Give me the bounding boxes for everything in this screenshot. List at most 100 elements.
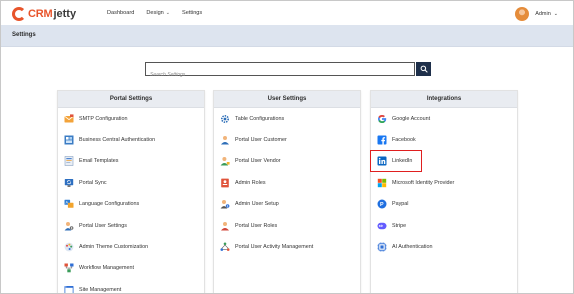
integration-item-linkedin[interactable]: LinkedIn — [371, 151, 517, 172]
settings-item-portal-sync[interactable]: Portal Sync — [58, 172, 204, 193]
item-label: Facebook — [392, 137, 416, 144]
item-label: Admin User Setup — [235, 201, 279, 208]
svg-text:P: P — [380, 202, 384, 208]
item-label: Portal User Vendor — [235, 158, 281, 165]
search-button[interactable] — [416, 62, 431, 76]
vendor-icon — [220, 156, 230, 166]
admin-roles-icon — [220, 178, 230, 188]
portal-settings-panel: Portal Settings SMTP Configuration Busin… — [57, 90, 205, 293]
app-frame: CRM jetty Dashboard Design ⌄ Settings Adm… — [0, 0, 574, 294]
logo-text-jetty: jetty — [53, 8, 77, 20]
search-icon — [420, 65, 428, 73]
customer-icon — [220, 135, 230, 145]
settings-item-portal-user-customer[interactable]: Portal User Customer — [214, 129, 360, 150]
language-icon: A — [64, 199, 74, 209]
settings-item-email-templates[interactable]: Email Templates — [58, 151, 204, 172]
integration-item-ai-authentication[interactable]: AI Authentication — [371, 236, 517, 257]
main-nav: Dashboard Design ⌄ Settings — [107, 10, 214, 16]
search-box — [145, 62, 415, 81]
item-label: Site Management — [79, 286, 122, 293]
nav-design-label: Design — [146, 10, 164, 16]
item-label: Microsoft Identity Provider — [392, 179, 455, 186]
settings-item-portal-user-settings[interactable]: Portal User Settings — [58, 215, 204, 236]
linkedin-icon — [377, 156, 387, 166]
user-settings-icon — [64, 221, 74, 231]
item-label: Portal User Customer — [235, 137, 287, 144]
settings-item-business-central-authentication[interactable]: Business Central Authentication — [58, 129, 204, 150]
settings-item-admin-user-setup[interactable]: Admin User Setup — [214, 194, 360, 215]
chevron-down-icon: ⌄ — [165, 10, 170, 16]
sync-icon — [64, 178, 74, 188]
item-label: Admin Roles — [235, 179, 266, 186]
nav-dashboard[interactable]: Dashboard — [107, 10, 134, 16]
item-label: Stripe — [392, 222, 407, 229]
settings-item-site-management[interactable]: Site Management — [58, 279, 204, 293]
settings-item-workflow-management[interactable]: Workflow Management — [58, 258, 204, 279]
admin-user-icon — [220, 199, 230, 209]
item-label: Admin Theme Customization — [79, 244, 149, 251]
settings-item-smtp-configuration[interactable]: SMTP Configuration — [58, 108, 204, 129]
item-label: Business Central Authentication — [79, 137, 156, 144]
nav-settings[interactable]: Settings — [182, 10, 202, 16]
integration-item-facebook[interactable]: Facebook — [371, 129, 517, 150]
avatar — [515, 7, 530, 21]
item-label: Email Templates — [79, 158, 119, 165]
item-label: Table Configurations — [235, 115, 285, 122]
integration-item-paypal[interactable]: P Paypal — [371, 194, 517, 215]
activity-icon — [220, 242, 230, 252]
stripe-icon: str — [377, 221, 387, 231]
settings-item-language-configurations[interactable]: A Language Configurations — [58, 194, 204, 215]
item-label: Paypal — [392, 201, 409, 208]
business-central-icon — [64, 135, 74, 145]
google-icon — [377, 114, 387, 124]
item-label: LinkedIn — [392, 158, 413, 165]
panel-title: Portal Settings — [58, 91, 204, 108]
paypal-icon: P — [377, 199, 387, 209]
integrations-panel: Integrations Google Account Facebook Lin… — [370, 90, 518, 293]
logo-mark-icon — [12, 7, 26, 21]
facebook-icon — [377, 135, 387, 145]
settings-item-admin-theme-customization[interactable]: Admin Theme Customization — [58, 236, 204, 257]
user-menu[interactable]: Admin ⌄ — [515, 7, 558, 21]
integration-item-microsoft-identity-provider[interactable]: Microsoft Identity Provider — [371, 172, 517, 193]
panel-title: User Settings — [214, 91, 360, 108]
item-label: SMTP Configuration — [79, 115, 128, 122]
page-title-bar: Settings — [1, 25, 573, 47]
ai-icon — [377, 242, 387, 252]
item-label: Portal Sync — [79, 179, 107, 186]
item-label: Workflow Management — [79, 265, 135, 272]
microsoft-icon — [377, 178, 387, 188]
settings-item-table-configurations[interactable]: Table Configurations — [214, 108, 360, 129]
settings-item-portal-user-vendor[interactable]: Portal User Vendor — [214, 151, 360, 172]
crmjetty-logo[interactable]: CRM jetty — [12, 6, 76, 22]
item-label: AI Authentication — [392, 244, 433, 251]
email-template-icon — [64, 156, 74, 167]
user-name: Admin — [535, 11, 551, 17]
site-icon — [64, 285, 74, 293]
nav-settings-label: Settings — [182, 10, 203, 16]
item-label: Language Configurations — [79, 201, 140, 208]
top-navbar: CRM jetty Dashboard Design ⌄ Settings Adm… — [1, 1, 573, 28]
item-label: Google Account — [392, 115, 431, 122]
settings-item-portal-user-activity-management[interactable]: Portal User Activity Management — [214, 236, 360, 257]
page-title: Settings — [12, 32, 36, 38]
integration-item-google-account[interactable]: Google Account — [371, 108, 517, 129]
nav-design[interactable]: Design ⌄ — [146, 10, 170, 16]
settings-item-portal-user-roles[interactable]: Portal User Roles — [214, 215, 360, 236]
workflow-icon — [64, 263, 74, 273]
item-label: Portal User Activity Management — [235, 244, 314, 251]
theme-icon — [64, 242, 74, 252]
item-label: Portal User Roles — [235, 222, 278, 229]
integration-item-stripe[interactable]: str Stripe — [371, 215, 517, 236]
user-settings-panel: User Settings Table Configurations Porta… — [213, 90, 361, 293]
item-label: Portal User Settings — [79, 222, 127, 229]
settings-item-admin-roles[interactable]: Admin Roles — [214, 172, 360, 193]
chevron-down-icon: ⌄ — [553, 11, 558, 17]
table-config-icon — [220, 114, 230, 124]
portal-roles-icon — [220, 221, 230, 231]
smtp-icon — [64, 114, 74, 124]
search-input[interactable] — [146, 69, 414, 81]
nav-dashboard-label: Dashboard — [107, 10, 135, 16]
panel-title: Integrations — [371, 91, 517, 108]
logo-text-crm: CRM — [28, 8, 53, 20]
